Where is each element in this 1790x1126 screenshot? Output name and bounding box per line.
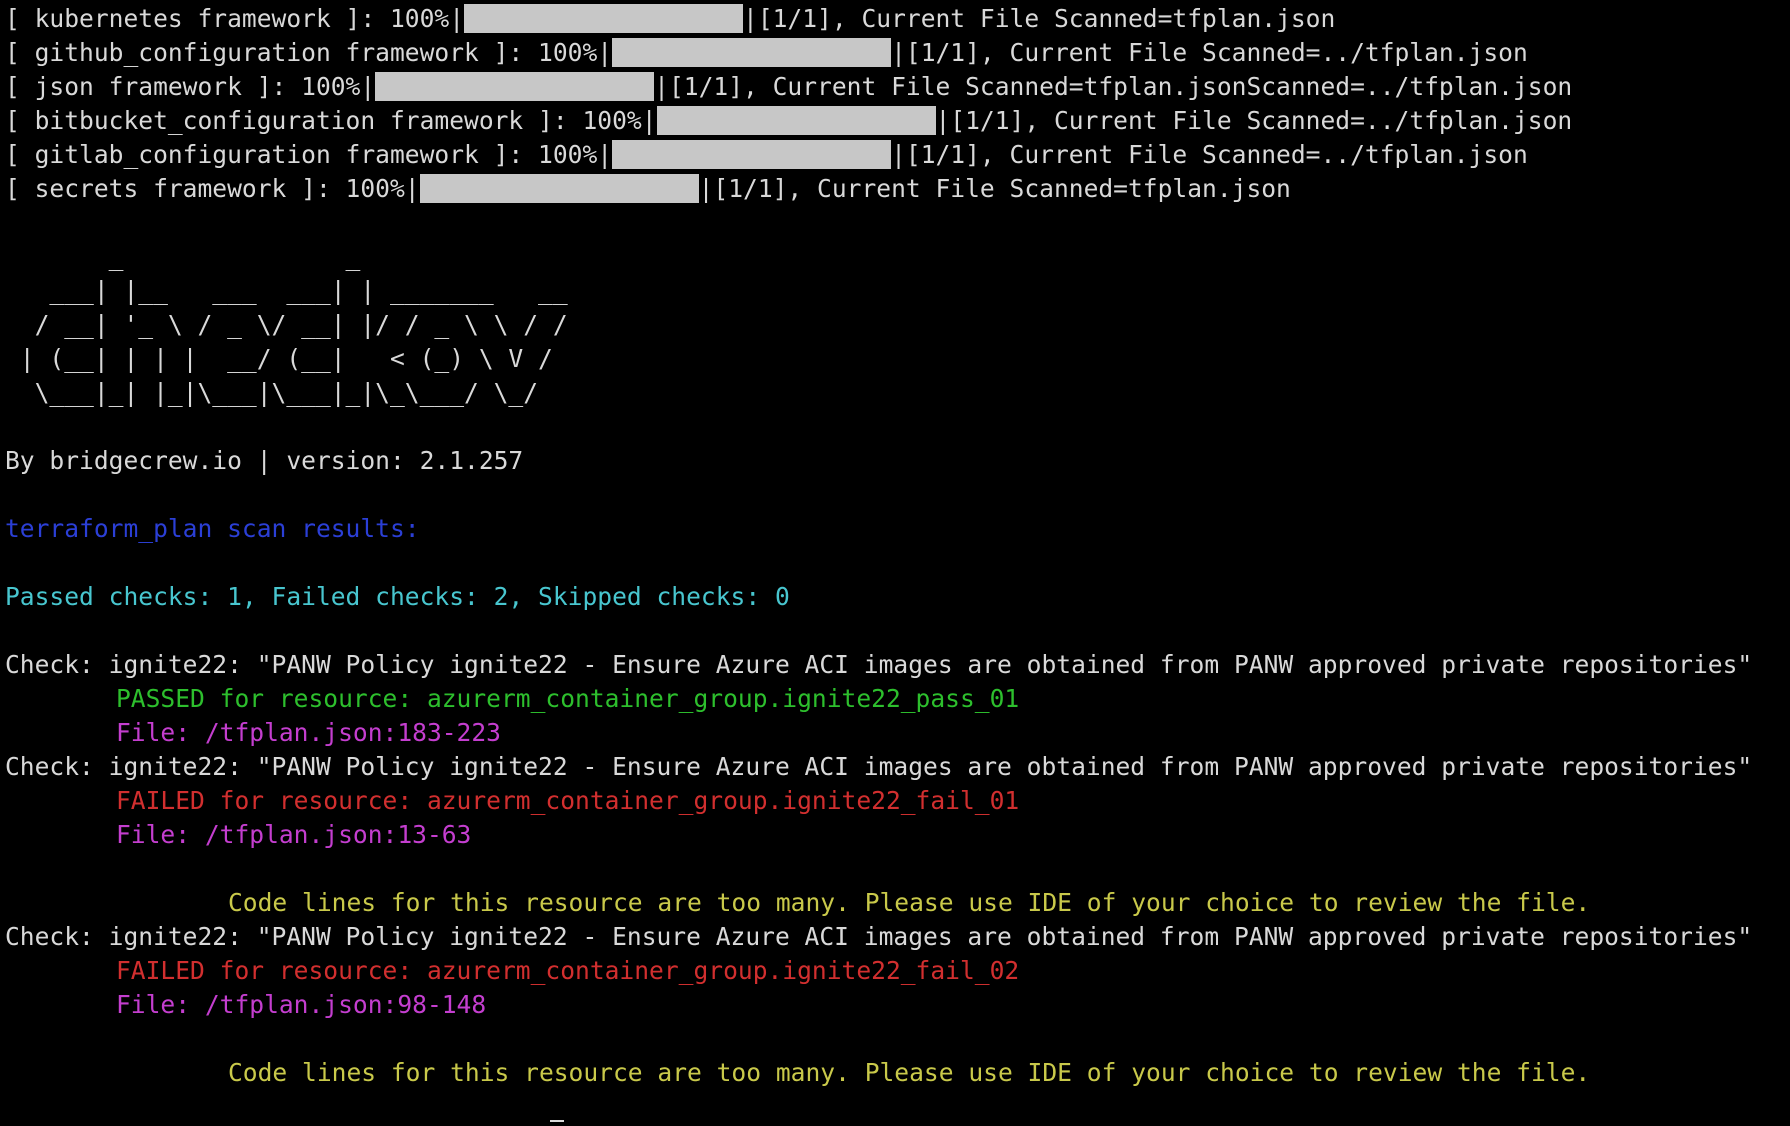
progress-prefix: [ github_configuration framework ]: 100%… bbox=[5, 38, 613, 67]
progress-line: [ kubernetes framework ]: 100%| |[1/1], C… bbox=[5, 2, 1790, 36]
ascii-banner: _ _ ___| |__ ___ ___| | _______ __ / __|… bbox=[5, 240, 1790, 410]
progress-suffix: |[1/1], Current File Scanned=tfplan.json bbox=[698, 174, 1291, 203]
check-file: File: /tfplan.json:183-223 bbox=[116, 718, 501, 747]
check-result-failed: FAILED for resource: azurerm_container_g… bbox=[116, 956, 1020, 985]
progress-line: [ bitbucket_configuration framework ]: 1… bbox=[5, 104, 1790, 138]
check-block: Check: ignite22: "PANW Policy ignite22 -… bbox=[5, 750, 1790, 920]
check-note: Code lines for this resource are too man… bbox=[228, 888, 1591, 917]
check-block: Check: ignite22: "PANW Policy ignite22 -… bbox=[5, 920, 1790, 1090]
progress-prefix: [ kubernetes framework ]: 100%| bbox=[5, 4, 465, 33]
check-title: Check: ignite22: "PANW Policy ignite22 -… bbox=[5, 650, 1753, 679]
progress-bar bbox=[464, 4, 744, 33]
terminal-window[interactable]: [ kubernetes framework ]: 100%| |[1/1], C… bbox=[0, 0, 1790, 1126]
check-result-failed: FAILED for resource: azurerm_container_g… bbox=[116, 786, 1020, 815]
banner-line: / __| '_ \ / _ \/ __| |/ / _ \ \ / / bbox=[5, 310, 568, 339]
progress-line: [ github_configuration framework ]: 100%… bbox=[5, 36, 1790, 70]
check-title: Check: ignite22: "PANW Policy ignite22 -… bbox=[5, 752, 1753, 781]
banner-line: | (__| | | | __/ (__| < (_) \ V / bbox=[5, 344, 553, 373]
progress-bar bbox=[612, 140, 892, 169]
check-file: File: /tfplan.json:13-63 bbox=[116, 820, 472, 849]
byline: By bridgecrew.io | version: 2.1.257 bbox=[5, 446, 524, 475]
progress-prefix: [ gitlab_configuration framework ]: 100%… bbox=[5, 140, 613, 169]
check-block: Check: ignite22: "PANW Policy ignite22 -… bbox=[5, 648, 1790, 750]
progress-prefix: [ bitbucket_configuration framework ]: 1… bbox=[5, 106, 657, 135]
progress-suffix: |[1/1], Current File Scanned=../tfplan.j… bbox=[891, 140, 1528, 169]
check-title: Check: ignite22: "PANW Policy ignite22 -… bbox=[5, 922, 1753, 951]
check-file: File: /tfplan.json:98-148 bbox=[116, 990, 487, 1019]
progress-bar bbox=[612, 38, 892, 67]
terminal-cursor bbox=[550, 1120, 564, 1122]
progress-suffix: |[1/1], Current File Scanned=tfplan.json… bbox=[654, 72, 1573, 101]
progress-section: [ kubernetes framework ]: 100%| |[1/1], C… bbox=[5, 2, 1790, 206]
check-note: Code lines for this resource are too man… bbox=[228, 1058, 1591, 1087]
progress-prefix: [ json framework ]: 100%| bbox=[5, 72, 376, 101]
progress-bar bbox=[419, 174, 699, 203]
progress-bar bbox=[656, 106, 936, 135]
progress-suffix: |[1/1], Current File Scanned=tfplan.json bbox=[743, 4, 1336, 33]
progress-bar bbox=[375, 72, 655, 101]
progress-suffix: |[1/1], Current File Scanned=../tfplan.j… bbox=[891, 38, 1528, 67]
progress-line: [ gitlab_configuration framework ]: 100%… bbox=[5, 138, 1790, 172]
check-result-passed: PASSED for resource: azurerm_container_g… bbox=[116, 684, 1020, 713]
section-header: terraform_plan scan results: bbox=[5, 514, 420, 543]
banner-line: \___|_| |_|\___|\___|_|\_\___/ \_/ bbox=[5, 378, 539, 407]
progress-prefix: [ secrets framework ]: 100%| bbox=[5, 174, 420, 203]
check-summary: Passed checks: 1, Failed checks: 2, Skip… bbox=[5, 582, 790, 611]
progress-line: [ secrets framework ]: 100%| |[1/1], Curr… bbox=[5, 172, 1790, 206]
banner-line: _ _ bbox=[5, 242, 361, 271]
banner-line: ___| |__ ___ ___| | _______ __ bbox=[5, 276, 568, 305]
progress-suffix: |[1/1], Current File Scanned=../tfplan.j… bbox=[935, 106, 1573, 135]
progress-line: [ json framework ]: 100%| |[1/1], Current… bbox=[5, 70, 1790, 104]
